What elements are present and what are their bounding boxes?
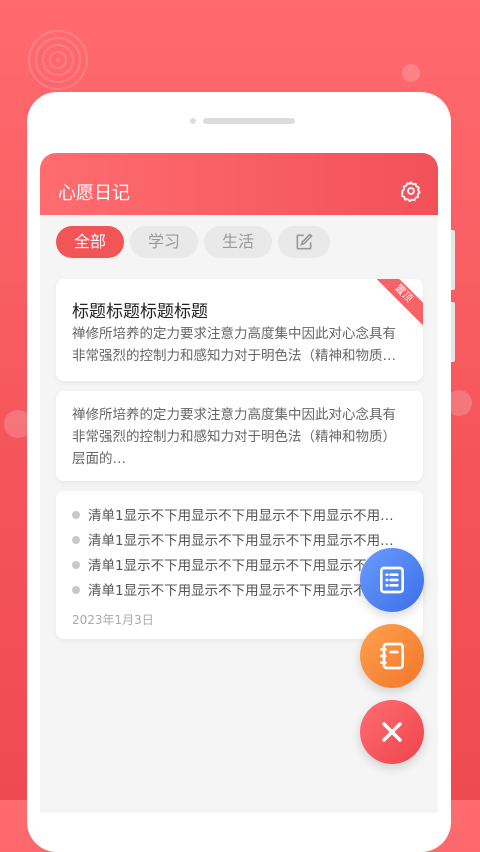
phone-side-button: [451, 230, 455, 290]
phone-speaker: [203, 118, 295, 124]
notebook-icon: [380, 642, 404, 670]
tab-study[interactable]: 学习: [130, 226, 198, 258]
checklist-item: 清单1显示不下用显示不下用显示不下用显示不用…: [72, 530, 412, 552]
tab-edit[interactable]: [278, 226, 330, 258]
decorative-ring: [26, 28, 90, 92]
list-fab-button[interactable]: [360, 548, 424, 612]
bullet-dot-icon: [72, 561, 80, 569]
page-title: 心愿日记: [58, 183, 130, 204]
bullet-dot-icon: [72, 536, 80, 544]
edit-icon: [296, 233, 313, 250]
app-header: 心愿日记: [40, 153, 438, 215]
note-title: 标题标题标题标题: [72, 302, 208, 322]
note-card[interactable]: 禅修所培养的定力要求注意力高度集中因此对心念具有非常强烈的控制力和感知力对于明色…: [56, 391, 423, 481]
decorative-dot: [402, 64, 420, 82]
bullet-dot-icon: [72, 511, 80, 519]
pinned-badge: 置顶: [367, 279, 423, 330]
phone-camera: [190, 118, 196, 124]
phone-side-button: [451, 302, 455, 362]
note-date: 2023年1月3日: [72, 613, 154, 627]
close-icon: [382, 722, 402, 742]
list-icon: [380, 566, 404, 594]
bullet-dot-icon: [72, 586, 80, 594]
note-excerpt: 禅修所培养的定力要求注意力高度集中因此对心念具有非常强烈的控制力和感知力对于明色…: [72, 326, 396, 364]
note-card[interactable]: 置顶 标题标题标题标题 禅修所培养的定力要求注意力高度集中因此对心念具有非常强烈…: [56, 279, 423, 381]
close-fab-button[interactable]: [360, 700, 424, 764]
note-excerpt: 禅修所培养的定力要求注意力高度集中因此对心念具有非常强烈的控制力和感知力对于明色…: [72, 407, 396, 467]
tab-all[interactable]: 全部: [56, 226, 124, 258]
tab-life[interactable]: 生活: [204, 226, 272, 258]
notebook-fab-button[interactable]: [360, 624, 424, 688]
checklist-item: 清单1显示不下用显示不下用显示不下用显示不用…: [72, 505, 412, 527]
gear-icon[interactable]: [400, 180, 422, 202]
